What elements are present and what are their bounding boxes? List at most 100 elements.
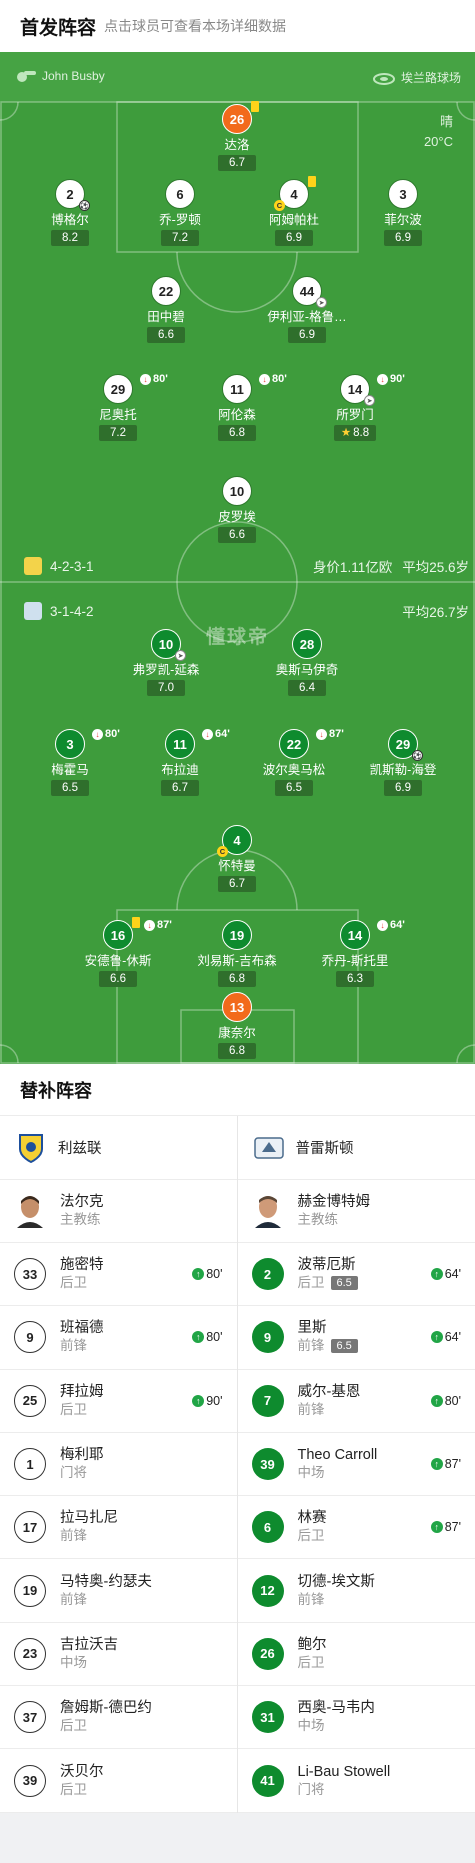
player-leeds-11[interactable]: 11 ↓ 80' 阿伦森 6.8: [182, 373, 292, 441]
coach-row[interactable]: 法尔克 主教练: [0, 1180, 237, 1243]
player-leeds-29[interactable]: 29 ↓ 80' 尼奥托 7.2: [63, 373, 173, 441]
sub-out: ↓ 64': [202, 728, 230, 740]
player-preston-10[interactable]: 10 ➤ 弗罗凯-延森 7.0: [111, 629, 221, 696]
stadium: 埃兰路球场: [372, 69, 461, 86]
sub-name: 梅利耶: [60, 1447, 104, 1464]
player-leeds-4[interactable]: 4C 阿姆帕杜 6.9: [239, 176, 349, 246]
pitch: John Busby 埃兰路球场 晴 20°C 26 达洛 6.7 2 ⚽ 博格尔…: [0, 52, 475, 1064]
player-number: 6: [165, 179, 195, 209]
sub-in-icon: ↑: [192, 1394, 205, 1407]
sub-name: 拉马扎尼: [60, 1510, 118, 1527]
player-preston-22[interactable]: 22 ↓ 87' 波尔奥马松 6.5: [239, 728, 349, 796]
team-head-preston[interactable]: 普雷斯顿: [237, 1116, 475, 1180]
sub-number: 39: [14, 1764, 46, 1797]
player-rating: 6.7: [218, 876, 256, 892]
sub-name: 拜拉姆: [60, 1383, 104, 1400]
player-rating: 8.8: [333, 425, 377, 441]
sub-number: 23: [14, 1637, 46, 1670]
sub-out-icon: ↓: [377, 919, 388, 931]
sub-rating: 6.5: [330, 1339, 358, 1354]
sub-row[interactable]: 39 Theo Carroll 中场 ↑ 87': [237, 1433, 475, 1497]
coach-row[interactable]: 赫金博特姆 主教练: [237, 1180, 475, 1243]
sub-row[interactable]: 37 詹姆斯-德巴约 后卫: [0, 1686, 237, 1750]
sub-row[interactable]: 31 西奥-马韦内 中场: [237, 1686, 475, 1750]
sub-row[interactable]: 25 拜拉姆 后卫 ↑ 90': [0, 1370, 237, 1433]
sub-row[interactable]: 26 鲍尔 后卫: [237, 1623, 475, 1687]
sub-in: ↑ 90': [192, 1394, 223, 1408]
player-leeds-44[interactable]: 44 ➤ 伊利亚-格鲁… 6.9: [252, 276, 362, 343]
player-preston-11[interactable]: 11 ↓ 64' 布拉迪 6.7: [125, 728, 235, 796]
bottom-padding: [0, 1812, 475, 1863]
sub-row[interactable]: 33 施密特 后卫 ↑ 80': [0, 1243, 237, 1307]
player-rating: 6.5: [51, 780, 89, 796]
sub-number: 26: [251, 1637, 284, 1670]
sub-row[interactable]: 19 马特奥-约瑟夫 前锋: [0, 1559, 237, 1623]
referee: John Busby: [16, 69, 105, 83]
player-number: 10: [222, 476, 252, 506]
goal-ball-icon: ⚽: [79, 200, 90, 211]
player-preston-3[interactable]: 3 ↓ 80' 梅霍马 6.5: [15, 728, 125, 796]
coach-role: 主教练: [297, 1212, 339, 1227]
player-leeds-26[interactable]: 26 达洛 6.7: [182, 101, 292, 171]
coach-name: 赫金博特姆: [297, 1194, 371, 1210]
player-leeds-6[interactable]: 6 乔-罗顿 7.2: [125, 179, 235, 246]
weather: 晴 20°C: [424, 112, 453, 152]
sub-row[interactable]: 12 切德-埃文斯 前锋: [237, 1559, 475, 1623]
sub-row[interactable]: 17 拉马扎尼 前锋: [0, 1496, 237, 1560]
sub-in: ↑ 64': [430, 1267, 461, 1281]
subs-leeds: 利兹联 法尔克 主教练 33 施密特 后卫 ↑ 80' 9 班福德 前锋 ↑ 80' 2…: [0, 1116, 238, 1813]
player-rating: 6.6: [147, 327, 185, 343]
sub-name: 鲍尔: [297, 1636, 327, 1653]
sub-row[interactable]: 9 班福德 前锋 ↑ 80': [0, 1306, 237, 1370]
sub-name: Theo Carroll: [297, 1447, 378, 1464]
player-rating: 6.9: [288, 327, 326, 343]
player-leeds-2[interactable]: 2 ⚽ 博格尔 8.2: [15, 179, 125, 246]
sub-row[interactable]: 9 里斯 前锋 6.5 ↑ 64': [237, 1306, 475, 1370]
player-preston-29[interactable]: 29 ⚽ 凯斯勒-海登 6.9: [348, 729, 458, 796]
player-name: 皮罗埃: [218, 510, 256, 524]
player-preston-16[interactable]: 16 ↓ 87' 安德鲁-休斯 6.6: [63, 917, 173, 987]
sub-row[interactable]: 23 吉拉沃吉 中场: [0, 1623, 237, 1687]
player-rating: 6.3: [336, 971, 374, 987]
player-rating: 6.4: [288, 680, 326, 696]
sub-name: 切德-埃文斯: [297, 1573, 375, 1590]
player-number: 44 ➤: [292, 276, 327, 308]
sub-number: 6: [251, 1511, 284, 1544]
player-name: 达洛: [224, 138, 250, 152]
player-preston-19[interactable]: 19 刘易斯-吉布森 6.8: [182, 920, 292, 987]
player-preston-14[interactable]: 14 ↓ 64' 乔丹-斯托里 6.3: [300, 919, 410, 987]
sub-row[interactable]: 6 林赛 后卫 ↑ 87': [237, 1496, 475, 1560]
team-head-leeds[interactable]: 利兹联: [0, 1116, 237, 1180]
player-leeds-10[interactable]: 10 皮罗埃 6.6: [182, 476, 292, 543]
player-leeds-14[interactable]: 14➤ ↓90' 所罗门 8.8: [300, 373, 410, 441]
sub-row[interactable]: 41 Li-Bau Stowell 门将: [237, 1749, 475, 1813]
player-leeds-22[interactable]: 22 田中碧 6.6: [111, 276, 221, 343]
sub-number: 17: [14, 1511, 46, 1544]
team-name: 利兹联: [58, 1141, 102, 1157]
sub-row[interactable]: 1 梅利耶 门将: [0, 1433, 237, 1497]
player-leeds-3[interactable]: 3 菲尔波 6.9: [348, 179, 458, 246]
sub-position: 中场: [297, 1718, 325, 1734]
player-number: 22: [151, 276, 181, 306]
player-number: 2 ⚽: [55, 179, 90, 211]
preston-crest-icon: [24, 602, 42, 620]
player-rating: 6.6: [218, 527, 256, 543]
player-number: 29 ↓ 80': [103, 373, 168, 404]
sub-number: 2: [251, 1258, 284, 1291]
player-preston-13[interactable]: 13 康奈尔 6.8: [182, 992, 292, 1059]
player-name: 康奈尔: [218, 1026, 256, 1040]
player-preston-4[interactable]: 4C 怀特曼 6.7: [182, 825, 292, 892]
sub-position: 门将: [60, 1465, 87, 1481]
sub-row[interactable]: 39 沃贝尔 后卫: [0, 1749, 237, 1813]
sub-number: 19: [14, 1574, 46, 1607]
sub-name: 林赛: [297, 1510, 327, 1527]
player-rating: 6.5: [275, 780, 313, 796]
player-preston-28[interactable]: 28 奥斯马伊奇 6.4: [252, 629, 362, 696]
player-number: 11 ↓ 80': [222, 373, 287, 404]
player-rating: 6.9: [275, 230, 313, 246]
subs-panel: 利兹联 法尔克 主教练 33 施密特 后卫 ↑ 80' 9 班福德 前锋 ↑ 80' 2…: [0, 1116, 475, 1813]
sub-row[interactable]: 7 威尔-基恩 前锋 ↑ 80': [237, 1370, 475, 1433]
sub-row[interactable]: 2 波蒂厄斯 后卫 6.5 ↑ 64': [237, 1243, 475, 1307]
sub-number: 9: [251, 1321, 284, 1354]
sub-position: 后卫: [297, 1528, 325, 1544]
